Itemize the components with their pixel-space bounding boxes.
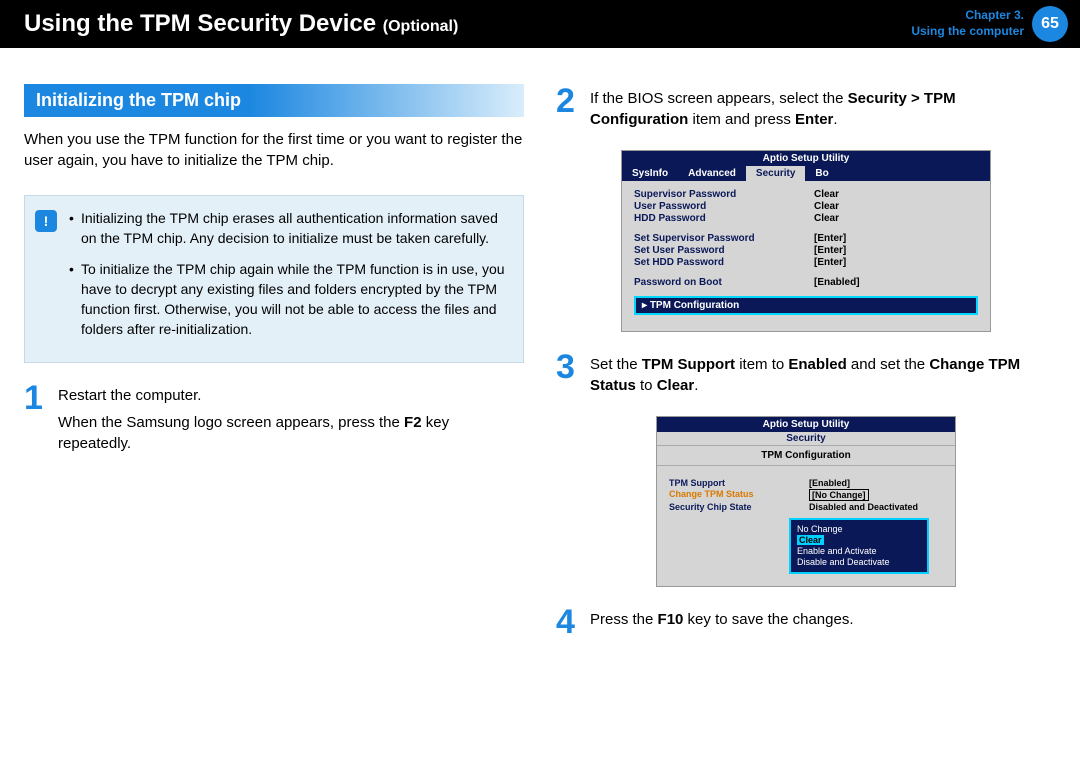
content-area: Initializing the TPM chip When you use t… xyxy=(0,48,1080,653)
step-text: Press the F10 key to save the changes. xyxy=(590,605,854,636)
bios-tpm-highlight: TPM Configuration xyxy=(634,296,978,315)
step-3: 3 Set the TPM Support item to Enabled an… xyxy=(556,350,1056,402)
dropdown-option-selected: Clear xyxy=(797,535,824,545)
bios-screenshot-1: Aptio Setup Utility SysInfo Advanced Sec… xyxy=(621,150,991,332)
bios-tab-boot: Bo xyxy=(805,166,838,181)
step-4: 4 Press the F10 key to save the changes. xyxy=(556,605,1056,639)
left-column: Initializing the TPM chip When you use t… xyxy=(24,84,524,653)
bios-body: Supervisor PasswordClear User PasswordCl… xyxy=(622,181,990,331)
bios-tab-advanced: Advanced xyxy=(678,166,746,181)
notice-item: Initializing the TPM chip erases all aut… xyxy=(69,208,509,249)
chapter-sub: Using the computer xyxy=(911,24,1024,40)
step-text: Set the TPM Support item to Enabled and … xyxy=(590,350,1056,402)
step-1-line2: When the Samsung logo screen appears, pr… xyxy=(58,412,524,454)
step-text: If the BIOS screen appears, select the S… xyxy=(590,84,1056,136)
bios-tab-security: Security xyxy=(657,432,955,446)
page-header: Using the TPM Security Device (Optional)… xyxy=(0,0,1080,48)
step-number: 3 xyxy=(556,350,580,384)
bios-screenshot-2: Aptio Setup Utility Security TPM Configu… xyxy=(656,416,956,587)
dropdown-option: Enable and Activate xyxy=(797,546,921,556)
section-heading: Initializing the TPM chip xyxy=(24,84,524,117)
dropdown-option: Disable and Deactivate xyxy=(797,557,921,567)
intro-text: When you use the TPM function for the fi… xyxy=(24,129,524,171)
title-main: Using the TPM Security Device xyxy=(24,10,376,37)
bios-tabs: SysInfo Advanced Security Bo xyxy=(622,166,990,181)
bios-tab-sysinfo: SysInfo xyxy=(622,166,678,181)
chapter-info: Chapter 3. Using the computer xyxy=(911,8,1024,39)
step-number: 2 xyxy=(556,84,580,118)
notice-box: ! Initializing the TPM chip erases all a… xyxy=(24,195,524,363)
chapter-label: Chapter 3. xyxy=(911,8,1024,24)
header-right: Chapter 3. Using the computer 65 xyxy=(911,0,1080,48)
step-number: 1 xyxy=(24,381,48,415)
bios-dropdown-popup: No Change Clear Enable and Activate Disa… xyxy=(789,518,929,574)
dropdown-option: No Change xyxy=(797,524,921,534)
step-2: 2 If the BIOS screen appears, select the… xyxy=(556,84,1056,136)
page-number-badge: 65 xyxy=(1032,6,1068,42)
step-1-line1: Restart the computer. xyxy=(58,385,524,406)
step-1: 1 Restart the computer. When the Samsung… xyxy=(24,381,524,460)
step-text: Restart the computer. When the Samsung l… xyxy=(58,381,524,460)
notice-item: To initialize the TPM chip again while t… xyxy=(69,259,509,340)
bios-title: Aptio Setup Utility xyxy=(622,151,990,166)
title-optional: (Optional) xyxy=(383,18,459,35)
alert-icon: ! xyxy=(35,210,57,232)
step-number: 4 xyxy=(556,605,580,639)
page-title: Using the TPM Security Device (Optional) xyxy=(24,10,458,38)
bios-body: TPM Support[Enabled] Change TPM Status[N… xyxy=(657,466,955,586)
bios-tab-security: Security xyxy=(746,166,805,181)
bios-subtitle: TPM Configuration xyxy=(657,446,955,466)
bios-title: Aptio Setup Utility xyxy=(657,417,955,432)
right-column: 2 If the BIOS screen appears, select the… xyxy=(556,84,1056,653)
